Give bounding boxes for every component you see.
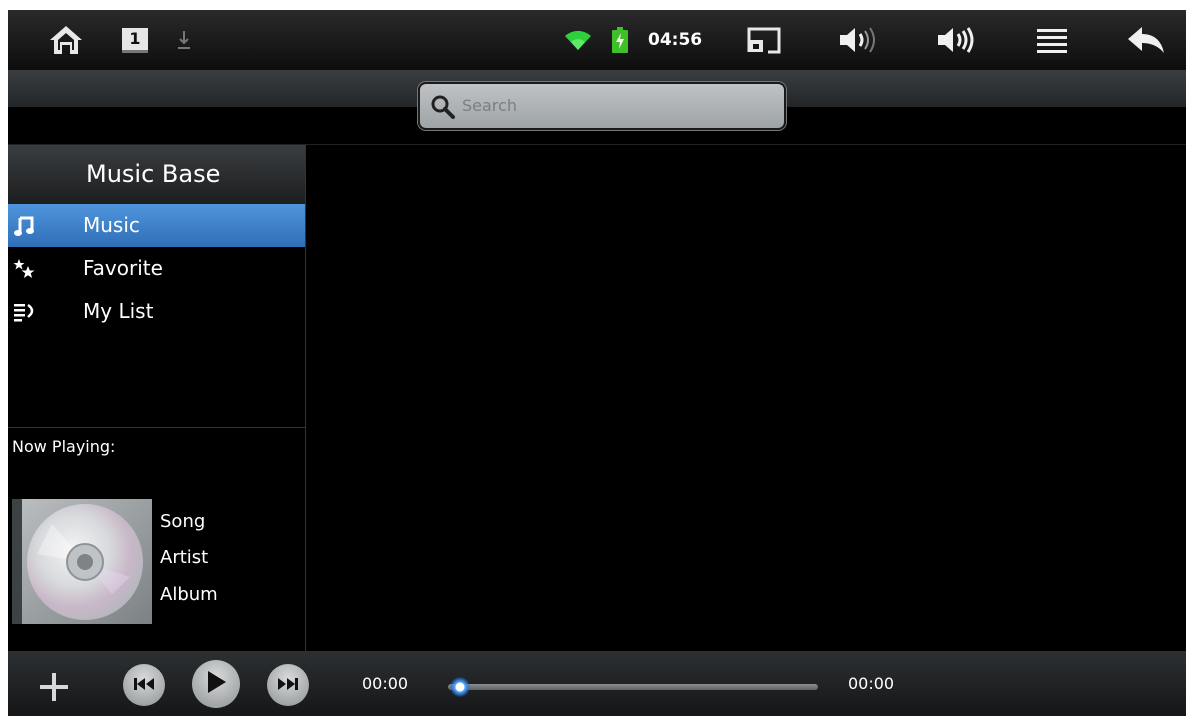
screen-rotate-icon[interactable] <box>744 10 784 70</box>
status-bar: 1 04:56 <box>8 10 1186 70</box>
sidebar-item-my-list[interactable]: My List <box>8 290 305 333</box>
search-placeholder: Search <box>462 96 517 115</box>
volume-down-icon[interactable] <box>834 10 884 70</box>
progress-knob[interactable] <box>450 677 470 697</box>
previous-icon <box>133 676 155 695</box>
now-playing-song: Song <box>160 511 206 532</box>
tab-badge-count: 1 <box>122 27 148 53</box>
album-art[interactable] <box>12 499 152 624</box>
now-playing-divider <box>8 427 305 428</box>
music-app-screen: 1 04:56 Search Music Base Music Favorite… <box>8 10 1186 716</box>
stars-icon <box>13 258 35 280</box>
player-bar: 00:00 00:00 <box>8 651 1186 716</box>
elapsed-time: 00:00 <box>362 674 409 693</box>
sidebar-item-label: My List <box>83 299 154 323</box>
home-icon[interactable] <box>46 10 86 70</box>
sidebar-title: Music Base <box>86 160 221 188</box>
next-icon <box>277 676 299 695</box>
tab-badge-icon: 1 <box>120 10 150 70</box>
download-icon <box>174 10 194 70</box>
now-playing-title: Now Playing: <box>12 437 116 456</box>
sidebar-item-favorite[interactable]: Favorite <box>8 247 305 290</box>
play-button[interactable] <box>192 660 240 708</box>
progress-track[interactable] <box>448 684 818 690</box>
wifi-icon <box>561 10 595 70</box>
clock: 04:56 <box>648 30 703 50</box>
battery-icon <box>608 10 632 70</box>
volume-up-icon[interactable] <box>932 10 982 70</box>
sidebar-header: Music Base <box>8 145 305 204</box>
music-note-icon <box>13 215 35 237</box>
sidebar-item-label: Favorite <box>83 256 163 280</box>
play-icon <box>205 670 227 698</box>
previous-button[interactable] <box>123 664 165 706</box>
back-icon[interactable] <box>1123 10 1169 70</box>
menu-icon[interactable] <box>1032 10 1072 70</box>
search-input[interactable]: Search <box>418 82 786 130</box>
playlist-icon <box>13 301 35 323</box>
next-button[interactable] <box>267 664 309 706</box>
search-icon <box>430 94 456 124</box>
sidebar-item-music[interactable]: Music <box>8 204 305 247</box>
sidebar-item-label: Music <box>83 213 140 237</box>
main-content <box>306 145 1186 651</box>
plus-icon[interactable] <box>36 669 72 705</box>
now-playing-artist: Artist <box>160 547 209 568</box>
sidebar: Music Base Music Favorite My List Now Pl… <box>8 145 306 651</box>
total-time: 00:00 <box>848 674 895 693</box>
now-playing-album: Album <box>160 584 218 605</box>
